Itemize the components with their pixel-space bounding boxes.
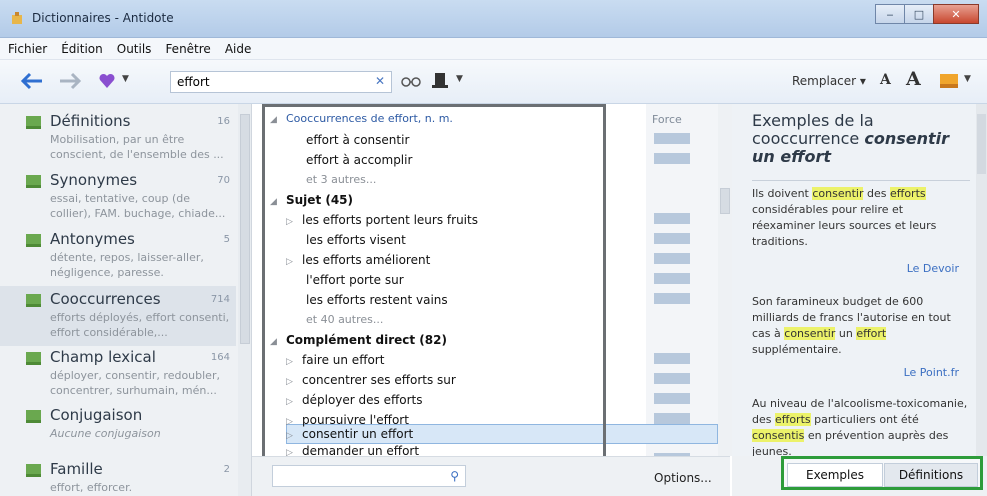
sidebar-item-desc: efforts déployés, effort consenti, effor…: [50, 311, 230, 339]
example-text: Ils doivent consentir des efforts consid…: [752, 187, 937, 248]
minimize-button[interactable]: ‒: [875, 4, 905, 24]
view-tabs: Exemples Définitions: [781, 456, 983, 490]
book-icon[interactable]: [939, 72, 959, 90]
menu-fichier[interactable]: Fichier: [8, 42, 47, 56]
forward-arrow-icon[interactable]: [58, 70, 84, 92]
antidote-app-icon: [12, 12, 22, 24]
divider: [752, 180, 970, 181]
menu-outils[interactable]: Outils: [117, 42, 152, 56]
tab-exemples[interactable]: Exemples: [787, 463, 883, 487]
sidebar-item-desc: effort, efforcer.: [50, 481, 133, 494]
force-bar: [654, 233, 690, 244]
example-text: Au niveau de l'alcoolisme-toxicomanie, d…: [752, 397, 968, 456]
book-icon: [26, 175, 41, 188]
book-icon: [26, 464, 41, 477]
scrollbar-thumb[interactable]: [240, 114, 250, 344]
force-bar: [654, 373, 690, 384]
title-bar: Dictionnaires - Antidote ‒ □ ✕: [0, 0, 987, 38]
sidebar-item-desc: Mobilisation, par un être conscient, de …: [50, 133, 224, 161]
examples-title: Exemples de la cooccurrence consentir un…: [752, 111, 950, 166]
filter-search-input[interactable]: ⚲: [272, 465, 466, 487]
menu-aide[interactable]: Aide: [225, 42, 252, 56]
toolbar: ▼ effort ✕ ▼ Remplacer ▾ A A ▼: [0, 60, 987, 104]
force-bar: [654, 253, 690, 264]
sidebar-item-count: 5: [223, 234, 230, 245]
search-value: effort: [177, 75, 210, 89]
force-column-header: Force: [652, 113, 682, 126]
replace-button[interactable]: Remplacer ▾: [792, 74, 866, 88]
heart-icon[interactable]: [98, 72, 116, 90]
book-icon: [26, 116, 41, 129]
book-icon: [26, 352, 41, 365]
chevron-down-icon[interactable]: ▼: [964, 74, 971, 84]
scrollbar-thumb[interactable]: [720, 188, 730, 214]
sidebar-item-desc: déployer, consentir, redoubler, concentr…: [50, 369, 220, 397]
search-input[interactable]: effort ✕: [170, 71, 392, 93]
force-bar: [654, 413, 690, 424]
menu-bar: Fichier Édition Outils Fenêtre Aide: [0, 38, 987, 60]
window-title: Dictionnaires - Antidote: [32, 11, 174, 25]
glasses-icon[interactable]: [400, 74, 422, 88]
example-text: Son faramineux budget de 600 milliards d…: [752, 295, 951, 356]
sidebar-item-count: 164: [210, 352, 230, 363]
sidebar-item-label: Antonymes: [50, 230, 135, 248]
list-highlight-frame: [262, 104, 606, 462]
sidebar-item-desc: essai, tentative, coup (de collier), FAM…: [50, 192, 226, 220]
sidebar-item-label: Champ lexical: [50, 348, 156, 366]
sidebar-item-count: 2: [223, 464, 230, 475]
maximize-button[interactable]: □: [904, 4, 934, 24]
sidebar-item-famille[interactable]: Famille 2 effort, efforcer.: [0, 456, 236, 496]
font-increase-button[interactable]: A: [906, 68, 921, 90]
sidebar-item-desc: détente, repos, laisser-aller, négligenc…: [50, 251, 204, 279]
font-decrease-button[interactable]: A: [880, 72, 891, 88]
sidebar-item-label: Conjugaison: [50, 406, 143, 424]
sidebar-item-count: 16: [217, 116, 230, 127]
search-icon[interactable]: ⚲: [450, 469, 459, 483]
sidebar-item-label: Cooccurrences: [50, 290, 161, 308]
force-bar: [654, 393, 690, 404]
book-icon: [26, 294, 41, 307]
sidebar-item-antonymes[interactable]: Antonymes 5 détente, repos, laisser-alle…: [0, 226, 236, 286]
list-bottom-bar: ⚲ Options...: [252, 456, 730, 496]
force-bar: [654, 353, 690, 364]
back-arrow-icon[interactable]: [18, 70, 44, 92]
force-bar: [654, 213, 690, 224]
sidebar-item-champ-lexical[interactable]: Champ lexical 164 déployer, consentir, r…: [0, 344, 236, 404]
close-button[interactable]: ✕: [933, 4, 979, 24]
sidebar-item-cooccurrences[interactable]: Cooccurrences 714 efforts déployés, effo…: [0, 286, 236, 346]
examples-scrollbar[interactable]: [976, 104, 987, 496]
sidebar-item-label: Synonymes: [50, 171, 138, 189]
sidebar-item-label: Définitions: [50, 112, 131, 130]
chevron-down-icon[interactable]: ▼: [456, 74, 463, 84]
sidebar-item-label: Famille: [50, 460, 103, 478]
chevron-down-icon[interactable]: ▼: [122, 74, 129, 84]
sidebar-scrollbar[interactable]: [238, 104, 251, 496]
sidebar-item-desc: Aucune conjugaison: [50, 427, 161, 440]
force-bar: [654, 293, 690, 304]
force-bar: [654, 273, 690, 284]
scrollbar-thumb[interactable]: [977, 114, 986, 174]
book-icon: [26, 234, 41, 247]
sidebar-item-synonymes[interactable]: Synonymes 70 essai, tentative, coup (de …: [0, 167, 236, 227]
example-source-link[interactable]: Le Devoir: [907, 262, 959, 275]
hat-icon[interactable]: [430, 71, 450, 91]
options-button[interactable]: Options...: [654, 471, 712, 485]
sidebar-item-count: 70: [217, 175, 230, 186]
force-bar: [654, 133, 690, 144]
menu-edition[interactable]: Édition: [61, 42, 103, 56]
sidebar-item-conjugaison[interactable]: Conjugaison Aucune conjugaison: [0, 402, 236, 462]
clear-icon[interactable]: ✕: [375, 74, 385, 88]
menu-fenetre[interactable]: Fenêtre: [165, 42, 210, 56]
sidebar-item-definitions[interactable]: Définitions 16 Mobilisation, par un être…: [0, 108, 236, 168]
book-icon: [26, 410, 41, 423]
tab-definitions[interactable]: Définitions: [884, 463, 978, 487]
dictionary-sidebar: Définitions 16 Mobilisation, par un être…: [0, 104, 252, 496]
sidebar-item-count: 714: [210, 294, 230, 305]
list-scrollbar[interactable]: [718, 104, 732, 456]
example-source-link[interactable]: Le Point.fr: [904, 366, 959, 379]
force-bar: [654, 153, 690, 164]
